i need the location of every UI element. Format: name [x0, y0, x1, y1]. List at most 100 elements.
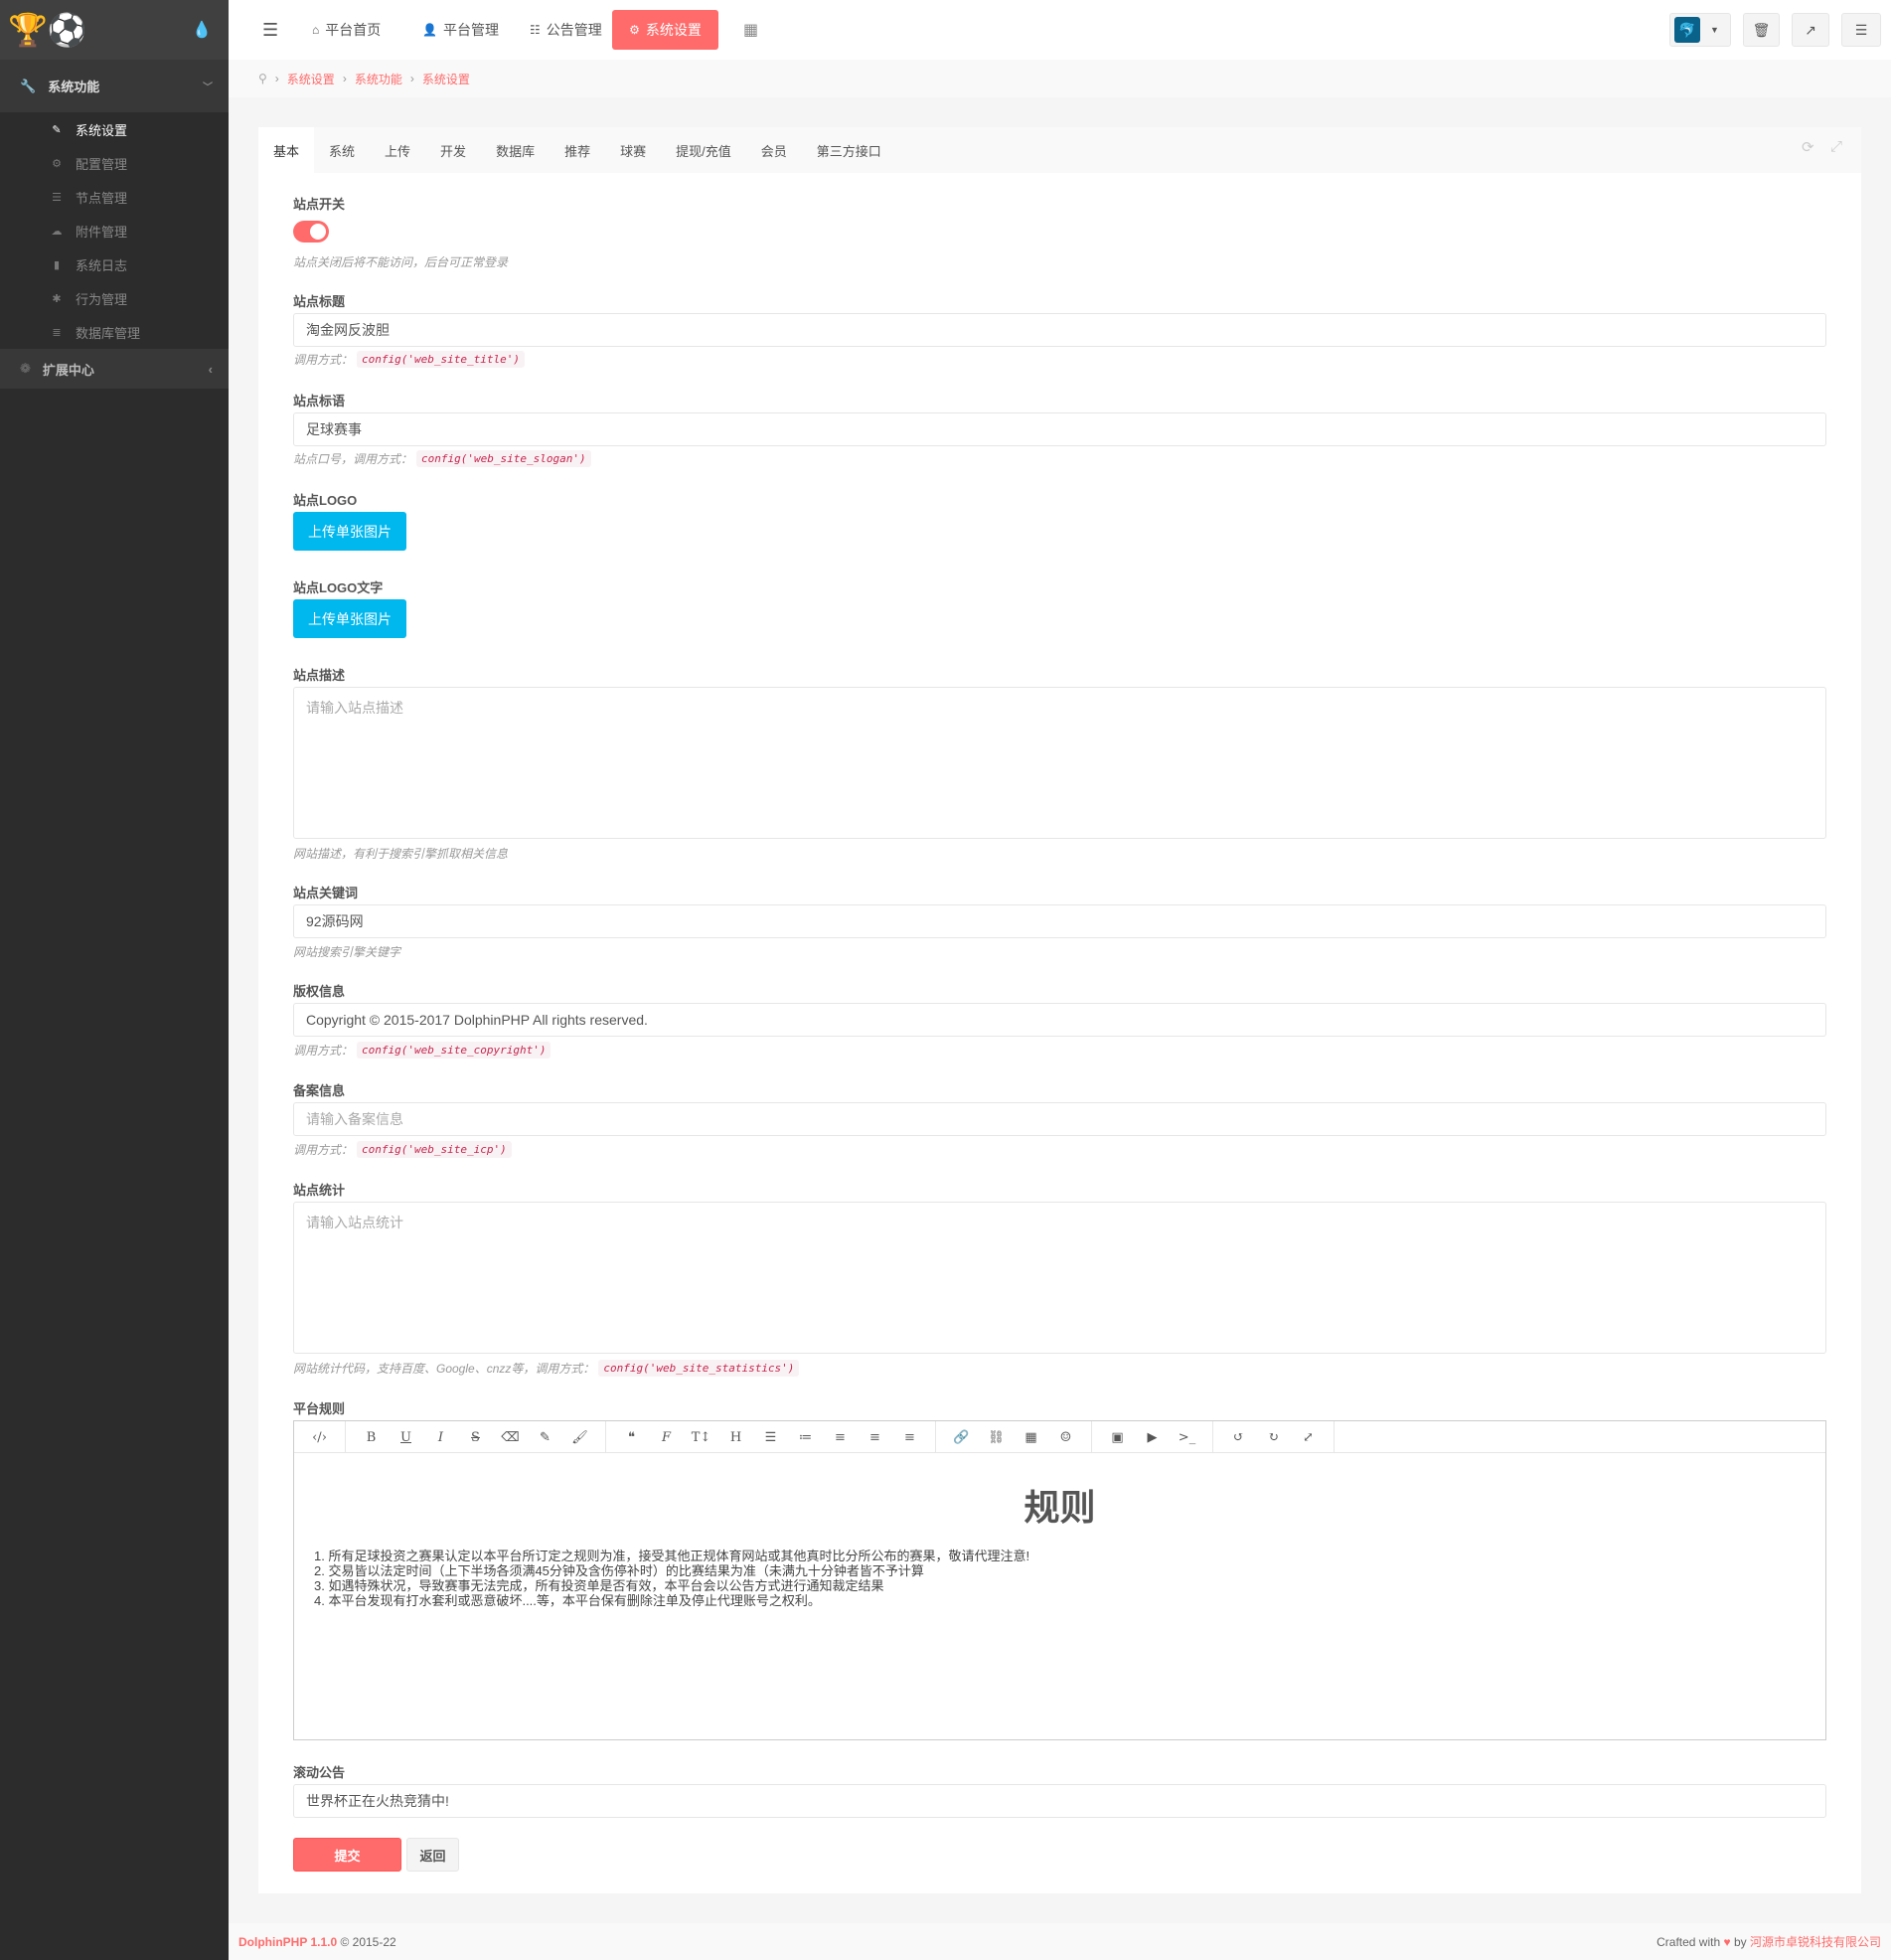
rules-line: 3. 如遇特殊状况，导致赛事无法完成，所有投资单是否有效，本平台会以公告方式进行… [314, 1578, 884, 1593]
tab-upload[interactable]: 上传 [370, 127, 425, 173]
tab-basic[interactable]: 基本 [258, 127, 315, 173]
back-button[interactable]: 返回 [406, 1838, 459, 1872]
menu-icon: ☰ [1854, 21, 1868, 38]
list-ol-icon[interactable]: ≔ [788, 1430, 823, 1445]
site-description-textarea[interactable]: 请输入站点描述 [293, 687, 1826, 839]
site-icp-input[interactable]: 请输入备案信息 [293, 1102, 1826, 1136]
field-label: 站点开关 [293, 197, 346, 212]
expand-icon[interactable]: ⤢ [1291, 1430, 1326, 1445]
site-slogan-input[interactable]: 足球赛事 [293, 412, 1826, 446]
nav-notice[interactable]: ☷ 公告管理 [518, 10, 614, 50]
sidebar-group-system[interactable]: 🔧 系统功能 ﹀ [0, 60, 229, 112]
tab-withdraw[interactable]: 提现/充值 [661, 127, 746, 173]
sidebar-item-nodes[interactable]: ☰ 节点管理 [0, 180, 229, 214]
redo-icon[interactable]: ↻ [1256, 1430, 1291, 1445]
site-keywords-input[interactable]: 92源码网 [293, 904, 1826, 938]
sidebar-item-attachments[interactable]: ☁ 附件管理 [0, 214, 229, 247]
bug-icon: ✱ [52, 292, 62, 305]
text-height-icon[interactable]: T↕ [684, 1430, 718, 1445]
tab-recommend[interactable]: 推荐 [550, 127, 605, 173]
strikethrough-icon[interactable]: S [458, 1430, 493, 1445]
link-icon[interactable]: 🔗 [944, 1430, 979, 1445]
sidebar-toggle-button[interactable]: ☰ [250, 10, 290, 50]
list-ul-icon[interactable]: ☰ [753, 1430, 788, 1445]
undo-icon[interactable]: ↺ [1221, 1430, 1256, 1445]
font-icon[interactable]: F [649, 1430, 684, 1445]
company-link[interactable]: 河源市卓锐科技有限公司 [1750, 1935, 1881, 1949]
image-icon[interactable]: ▣ [1100, 1430, 1135, 1445]
header-icon[interactable]: H [718, 1430, 753, 1445]
quote-icon[interactable]: ❝ [614, 1430, 649, 1445]
marquee-notice-input[interactable]: 世界杯正在火热竞猜中! [293, 1784, 1826, 1818]
align-left-icon[interactable]: ≡ [823, 1430, 858, 1445]
tab-database[interactable]: 数据库 [481, 127, 550, 173]
tab-develop[interactable]: 开发 [425, 127, 481, 173]
tab-system[interactable]: 系统 [314, 127, 370, 173]
unlink-icon[interactable]: ⛓ [979, 1430, 1014, 1445]
logo[interactable]: 🏆⚽ [8, 12, 87, 48]
rules-editor[interactable]: ‹/› B U I S ⌫ ✎ 🖌 ❝ F T↕ H ☰ ≔ ≡ ≡ ≡ 🔗 ⛓… [293, 1420, 1826, 1740]
field-label: 站点LOGO文字 [293, 580, 384, 595]
breadcrumb-item[interactable]: 系统功能 [355, 71, 402, 87]
emoji-icon[interactable]: ☺ [1048, 1430, 1083, 1445]
home-icon: ⌂ [312, 23, 320, 37]
align-right-icon[interactable]: ≡ [892, 1430, 927, 1445]
open-site-button[interactable]: ↗ [1792, 13, 1829, 47]
sidebar-item-system-settings[interactable]: ✎ 系统设置 [0, 112, 229, 146]
sidebar-item-actions[interactable]: ✱ 行为管理 [0, 281, 229, 315]
sidebar-group-extensions[interactable]: ❁ 扩展中心 ‹ [0, 349, 229, 389]
top-navbar: ☰ ⌂ 平台首页 👤 平台管理 ☷ 公告管理 ⚙ 系统设置 ▦ 🐬 ▼ 🗑 ↗ ☰ [229, 0, 1891, 60]
side-overlay-button[interactable]: ☰ [1841, 13, 1881, 47]
heart-icon: ♥ [1723, 1935, 1731, 1949]
code-view-icon[interactable]: ‹/› [302, 1430, 337, 1445]
theme-drop-icon[interactable]: 💧 [192, 20, 212, 40]
video-icon[interactable]: ▶ [1135, 1430, 1170, 1445]
nav-platform[interactable]: 👤 平台管理 [410, 10, 511, 50]
breadcrumb-item[interactable]: 系统设置 [287, 71, 335, 87]
tab-matches[interactable]: 球赛 [605, 127, 661, 173]
chevron-left-icon: ‹ [208, 361, 213, 377]
pencil-icon[interactable]: ✎ [528, 1430, 562, 1445]
upload-logo-text-button[interactable]: 上传单张图片 [293, 599, 406, 638]
site-switch-toggle[interactable] [293, 221, 329, 243]
sidebar-item-logs[interactable]: ▮ 系统日志 [0, 247, 229, 281]
user-icon: 👤 [422, 23, 437, 37]
brand-link[interactable]: DolphinPHP 1.1.0 [238, 1935, 337, 1949]
tab-member[interactable]: 会员 [746, 127, 802, 173]
breadcrumb-item[interactable]: 系统设置 [422, 71, 470, 87]
editor-content[interactable]: 规则 1. 所有足球投资之赛果认定以本平台所订定之规则为准，接受其他正规体育网站… [294, 1453, 1825, 1628]
terminal-icon[interactable]: >_ [1170, 1430, 1204, 1445]
rules-heading: 规则 [1024, 1487, 1096, 1528]
submit-button[interactable]: 提交 [293, 1838, 401, 1872]
apps-grid-button[interactable]: ▦ [731, 10, 770, 50]
nav-home[interactable]: ⌂ 平台首页 [300, 10, 393, 50]
field-hint: 网站描述，有利于搜索引擎抓取相关信息 [293, 847, 509, 861]
field-label: 滚动公告 [293, 1765, 346, 1780]
tab-third-party[interactable]: 第三方接口 [802, 127, 896, 173]
field-label: 备案信息 [293, 1083, 346, 1098]
user-menu-button[interactable]: 🐬 ▼ [1669, 13, 1731, 47]
upload-logo-button[interactable]: 上传单张图片 [293, 512, 406, 551]
bold-icon[interactable]: B [354, 1430, 389, 1445]
eraser-icon[interactable]: ⌫ [493, 1430, 528, 1445]
site-statistics-textarea[interactable]: 请输入站点统计 [293, 1202, 1826, 1354]
site-copyright-input[interactable]: Copyright © 2015-2017 DolphinPHP All rig… [293, 1003, 1826, 1037]
footer-right: Crafted with ♥ by 河源市卓锐科技有限公司 [1656, 1935, 1881, 1949]
sidebar-item-config[interactable]: ⚙ 配置管理 [0, 146, 229, 180]
brush-icon[interactable]: 🖌 [562, 1430, 597, 1445]
refresh-icon[interactable]: ⟳ [1802, 138, 1814, 156]
editor-toolbar: ‹/› B U I S ⌫ ✎ 🖌 ❝ F T↕ H ☰ ≔ ≡ ≡ ≡ 🔗 ⛓… [294, 1421, 1825, 1453]
caret-down-icon: ▼ [1710, 25, 1719, 35]
underline-icon[interactable]: U [389, 1430, 423, 1445]
italic-icon[interactable]: I [423, 1430, 458, 1445]
table-icon[interactable]: ▦ [1014, 1430, 1048, 1445]
field-label: 平台规则 [293, 1401, 346, 1416]
align-center-icon[interactable]: ≡ [858, 1430, 892, 1445]
clear-cache-button[interactable]: 🗑 [1743, 13, 1780, 47]
nav-system-settings[interactable]: ⚙ 系统设置 [612, 10, 718, 50]
field-label: 站点统计 [293, 1183, 346, 1198]
sidebar-item-database[interactable]: ≣ 数据库管理 [0, 315, 229, 349]
site-title-input[interactable]: 淘金网反波胆 [293, 313, 1826, 347]
fullscreen-icon[interactable]: ⤢ [1830, 138, 1842, 155]
sidebar: 🏆⚽ 💧 🔧 系统功能 ﹀ ✎ 系统设置 ⚙ 配置管理 ☰ 节点管理 ☁ 附件管理 ▮ 系… [0, 0, 229, 1960]
